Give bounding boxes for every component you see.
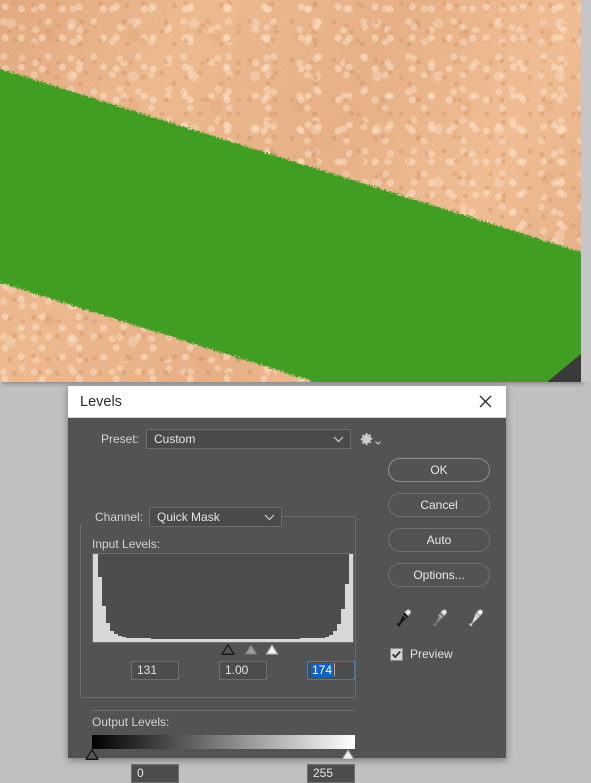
text-cursor	[334, 663, 336, 676]
preview-checkbox-row[interactable]: Preview	[390, 647, 494, 661]
input-levels-label: Input Levels:	[92, 537, 161, 551]
white-point-eyedropper-icon[interactable]	[462, 605, 488, 631]
input-levels-histogram	[92, 553, 354, 643]
output-black-point-field[interactable]: 0	[131, 764, 179, 783]
close-icon[interactable]	[472, 389, 498, 415]
dialog-button-column: OK Cancel Auto Options... Preview	[388, 458, 494, 661]
section-divider	[92, 710, 355, 711]
dialog-body: Preset: Custom Channel: Quick Mask Input…	[68, 418, 506, 783]
output-white-point-value: 255	[313, 766, 334, 780]
dialog-title: Levels	[80, 393, 122, 410]
output-levels-gradient-ramp	[92, 735, 355, 749]
preset-value: Custom	[154, 432, 196, 446]
channel-value: Quick Mask	[157, 509, 220, 524]
input-white-point-value: 174	[311, 663, 334, 677]
input-levels-sliders	[92, 644, 354, 656]
preset-label: Preset:	[100, 432, 139, 446]
levels-dialog: Levels Preset: Custom Channel: Quick Mas…	[68, 386, 506, 783]
checkmark-icon	[391, 650, 401, 658]
eyedropper-group	[390, 605, 494, 631]
histogram-bars	[93, 554, 353, 642]
input-black-point-value: 131	[137, 663, 158, 677]
quick-mask-image-canvas[interactable]	[0, 0, 581, 382]
auto-button-label: Auto	[426, 533, 452, 547]
ok-button-label: OK	[430, 463, 448, 477]
dialog-title-bar[interactable]: Levels	[68, 386, 506, 418]
chevron-down-icon	[333, 432, 344, 446]
input-gamma-field[interactable]: 1.00	[219, 661, 267, 680]
preview-label: Preview	[410, 647, 453, 661]
histogram-bar	[348, 554, 353, 642]
canvas-right-margin	[581, 0, 591, 382]
input-black-point-field[interactable]: 131	[131, 661, 179, 680]
input-white-point-field[interactable]: 174	[307, 661, 355, 680]
output-white-point-field[interactable]: 255	[307, 764, 355, 783]
gear-icon[interactable]	[359, 429, 381, 449]
channel-label: Channel:	[80, 509, 150, 524]
input-gamma-value: 1.00	[225, 663, 249, 677]
options-button-label: Options...	[413, 568, 465, 582]
cancel-button-label: Cancel	[420, 498, 458, 512]
ok-button[interactable]: OK	[388, 458, 490, 482]
auto-button[interactable]: Auto	[388, 528, 490, 552]
preset-row: Preset: Custom	[80, 428, 494, 450]
preset-dropdown[interactable]: Custom	[146, 429, 351, 449]
channel-row: Channel: Quick Mask	[80, 506, 283, 527]
preview-checkbox[interactable]	[390, 647, 403, 661]
channel-dropdown[interactable]: Quick Mask	[149, 506, 283, 527]
gray-point-eyedropper-icon[interactable]	[426, 605, 452, 631]
options-button[interactable]: Options...	[388, 563, 490, 587]
output-levels-label: Output Levels:	[92, 715, 170, 729]
cancel-button[interactable]: Cancel	[388, 493, 490, 517]
output-black-point-value: 0	[137, 766, 144, 780]
chevron-down-icon	[264, 510, 275, 524]
black-point-eyedropper-icon[interactable]	[390, 605, 416, 631]
